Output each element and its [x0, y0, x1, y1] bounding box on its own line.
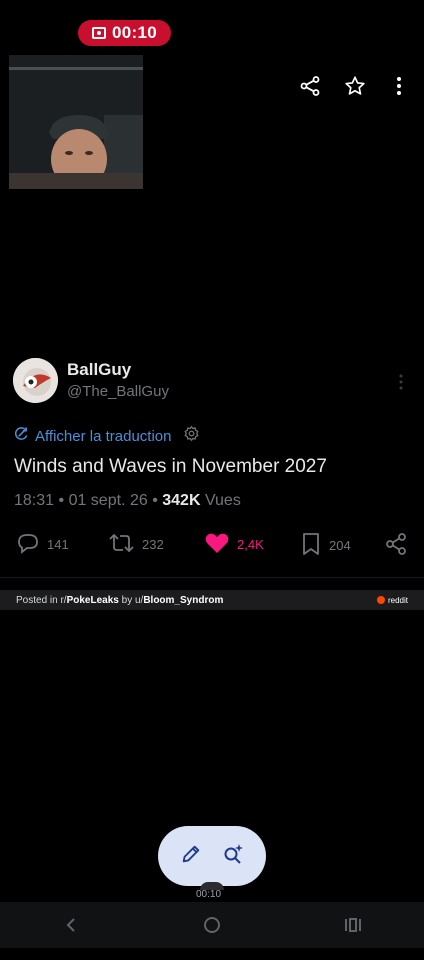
recents-button[interactable] [333, 905, 373, 945]
meta-separator-2: • [152, 492, 158, 509]
home-icon [203, 917, 220, 933]
recording-time: 00:10 [112, 23, 157, 42]
share-icon [384, 532, 408, 559]
views-count: 342K [162, 492, 201, 509]
system-nav-bar [0, 902, 424, 948]
translate-icon [14, 426, 29, 446]
post-share-button[interactable] [384, 532, 408, 559]
like-count: 2,4K [237, 537, 264, 552]
heart-icon [204, 532, 230, 557]
reddit-icon [376, 596, 385, 604]
reply-count: 141 [47, 537, 69, 552]
repost-icon [108, 532, 135, 557]
post-time: 18:31 [14, 492, 55, 509]
screen-record-icon [92, 27, 106, 39]
post-text: Winds and Waves in November 2027 [14, 456, 327, 477]
more-vert-icon[interactable] [385, 72, 413, 100]
sparkle-search-icon[interactable] [221, 842, 245, 871]
floating-action-pill [158, 826, 266, 886]
screen-recording-indicator[interactable]: 00:10 [78, 20, 171, 46]
person-video-preview [9, 55, 143, 189]
bottom-recording-time: 00:10 [196, 889, 222, 900]
repost-button[interactable]: 232 [108, 532, 164, 557]
back-icon [66, 918, 75, 932]
reply-icon [16, 532, 40, 557]
bookmark-button[interactable]: 204 [300, 532, 351, 559]
star-icon[interactable] [341, 72, 369, 100]
recents-icon [345, 918, 362, 932]
author-handle[interactable]: @The_BallGuy [67, 383, 169, 400]
views-label: Vues [204, 492, 241, 509]
back-button[interactable] [51, 905, 91, 945]
camera-preview[interactable] [9, 55, 143, 189]
reddit-logo: reddit [376, 596, 408, 605]
gear-icon[interactable] [183, 425, 200, 447]
post-meta: 18:31 • 01 sept. 26 • 342K Vues [14, 492, 241, 510]
post-date: 01 sept. 26 [68, 492, 148, 509]
pencil-icon[interactable] [180, 843, 202, 870]
home-button[interactable] [192, 905, 232, 945]
share-icon[interactable] [296, 72, 324, 100]
reply-button[interactable]: 141 [16, 532, 69, 557]
repost-count: 232 [142, 537, 164, 552]
bookmark-icon [300, 532, 322, 559]
reddit-attribution-bar: Posted in r/PokeLeaks by u/Bloom_Syndrom… [0, 590, 424, 610]
divider [0, 577, 424, 578]
translate-row[interactable]: Afficher la traduction [14, 425, 200, 447]
translate-link[interactable]: Afficher la traduction [35, 428, 171, 445]
attribution-text: Posted in r/PokeLeaks by u/Bloom_Syndrom [16, 594, 224, 606]
meta-separator: • [58, 492, 65, 509]
author-name[interactable]: BallGuy [67, 360, 131, 380]
like-button[interactable]: 2,4K [204, 532, 264, 557]
bookmark-count: 204 [329, 538, 351, 553]
avatar[interactable] [13, 358, 58, 403]
post-more-icon[interactable] [394, 372, 408, 392]
